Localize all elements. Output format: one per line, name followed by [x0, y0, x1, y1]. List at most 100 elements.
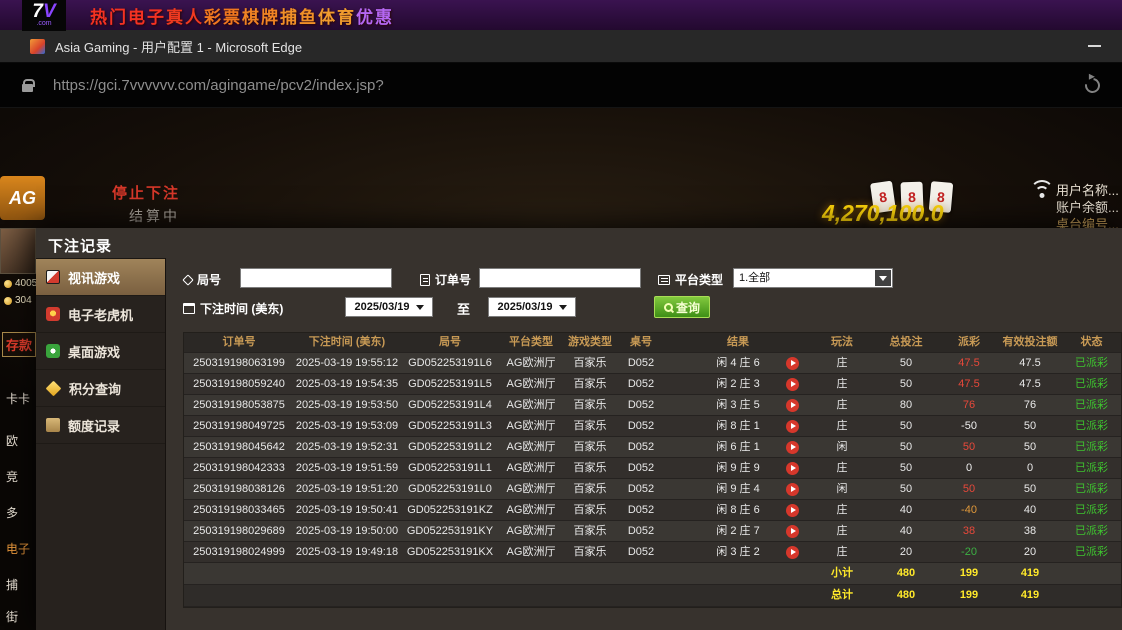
- left-menu-fragment[interactable]: 街: [6, 608, 18, 625]
- column-header: 下注时间 (美东): [294, 333, 400, 352]
- replay-icon[interactable]: [786, 357, 799, 370]
- table-row: 2503191980592402025-03-19 19:54:35GD0522…: [184, 374, 1121, 395]
- column-header: 局号: [400, 333, 500, 352]
- minimize-button[interactable]: [1080, 30, 1108, 62]
- left-menu-fragment[interactable]: 多: [6, 504, 18, 521]
- sidebar-item-1[interactable]: 视讯游戏: [36, 259, 165, 296]
- replay-icon[interactable]: [786, 462, 799, 475]
- address-bar: https://gci.7vvvvvv.com/agingame/pcv2/in…: [0, 63, 1122, 108]
- payout-cell: 50: [940, 479, 998, 499]
- replay-icon[interactable]: [786, 399, 799, 412]
- time-label: 下注时间 (美东): [183, 300, 283, 317]
- column-header: 总投注: [872, 333, 940, 352]
- column-header: 结果: [664, 333, 812, 352]
- result-text: 闲 2 庄 7: [716, 525, 759, 537]
- refresh-icon[interactable]: [1082, 75, 1103, 96]
- site-favicon-icon: [30, 39, 45, 54]
- site-logo[interactable]: 7V .com: [22, 0, 66, 31]
- tag-icon: [182, 274, 193, 285]
- nav-item-5[interactable]: 棋牌: [242, 8, 280, 27]
- platform-select-value: 1.全部: [739, 272, 770, 284]
- calendar-icon: [183, 303, 195, 314]
- status-badge: 已派彩: [1062, 542, 1121, 562]
- column-header: 订单号: [184, 333, 294, 352]
- minimize-icon: [1088, 45, 1101, 47]
- left-menu-fragment[interactable]: 欧: [6, 432, 18, 449]
- nav-item-3[interactable]: 真人: [166, 8, 204, 27]
- table-row: 2503191980334652025-03-19 19:50:41GD0522…: [184, 500, 1121, 521]
- platform-select[interactable]: 1.全部: [733, 268, 893, 288]
- search-button[interactable]: 查询: [654, 296, 710, 318]
- caret-down-icon: [559, 305, 567, 310]
- replay-icon[interactable]: [786, 441, 799, 454]
- modal-sidebar: 视讯游戏电子老虎机桌面游戏积分查询额度记录: [36, 258, 166, 630]
- table-header: 订单号下注时间 (美东)局号平台类型游戏类型桌号结果玩法总投注派彩有效投注额状态: [184, 333, 1121, 353]
- round-input[interactable]: [240, 268, 392, 288]
- replay-icon[interactable]: [786, 483, 799, 496]
- column-header: 桌号: [618, 333, 664, 352]
- user-info-labels: 用户名称...账户余额...桌台编号...: [1056, 182, 1122, 233]
- grand-total-row: 总计480199419: [184, 585, 1121, 607]
- date-to[interactable]: 2025/03/19: [488, 297, 576, 317]
- left-menu-fragment[interactable]: 电子: [6, 540, 30, 557]
- table-row: 2503191980423332025-03-19 19:51:59GD0522…: [184, 458, 1121, 479]
- left-menu-fragment[interactable]: 捕: [6, 576, 18, 593]
- wifi-icon: [1028, 180, 1056, 202]
- date-from[interactable]: 2025/03/19: [345, 297, 433, 317]
- replay-icon[interactable]: [786, 546, 799, 559]
- nav-item-1[interactable]: 热门: [90, 8, 128, 27]
- sidebar-item-2[interactable]: 电子老虎机: [36, 296, 165, 333]
- nav-item-6[interactable]: 捕鱼: [280, 8, 318, 27]
- table-row: 2503191980538752025-03-19 19:53:50GD0522…: [184, 395, 1121, 416]
- balance-row: 4005: [4, 278, 37, 289]
- column-header: 游戏类型: [562, 333, 618, 352]
- left-menu-fragment[interactable]: 竞: [6, 468, 18, 485]
- chevron-down-icon[interactable]: [875, 270, 891, 286]
- nav-item-7[interactable]: 体育: [318, 8, 356, 27]
- round-label: 局号: [184, 271, 221, 288]
- status-badge: 已派彩: [1062, 458, 1121, 478]
- bet-table: 订单号下注时间 (美东)局号平台类型游戏类型桌号结果玩法总投注派彩有效投注额状态…: [183, 332, 1122, 608]
- payout-cell: 38: [940, 521, 998, 541]
- logo-com: .com: [22, 20, 66, 27]
- status-badge: 已派彩: [1062, 416, 1121, 436]
- nav-item-2[interactable]: 电子: [128, 8, 166, 27]
- settling-text: 结算中: [129, 206, 180, 226]
- status-badge: 已派彩: [1062, 395, 1121, 415]
- result-text: 闲 3 庄 5: [716, 399, 759, 411]
- status-badge: 已派彩: [1062, 479, 1121, 499]
- order-input[interactable]: [479, 268, 641, 288]
- nav-item-8[interactable]: 优惠: [356, 8, 394, 27]
- result-text: 闲 2 庄 3: [716, 378, 759, 390]
- deposit-button[interactable]: 存款: [2, 332, 36, 357]
- column-header: 玩法: [812, 333, 872, 352]
- sidebar-item-5[interactable]: 额度记录: [36, 407, 165, 444]
- document-icon: [420, 274, 430, 286]
- result-text: 闲 8 庄 6: [716, 504, 759, 516]
- list-icon: [658, 275, 670, 285]
- sidebar-item-4[interactable]: 积分查询: [36, 370, 165, 407]
- result-text: 闲 4 庄 6: [716, 357, 759, 369]
- address-url[interactable]: https://gci.7vvvvvv.com/agingame/pcv2/in…: [53, 77, 384, 94]
- sidebar-item-3[interactable]: 桌面游戏: [36, 333, 165, 370]
- sidebar-item-label: 积分查询: [69, 379, 121, 398]
- replay-icon[interactable]: [786, 420, 799, 433]
- left-menu-fragment[interactable]: 卡卡: [6, 390, 30, 407]
- status-badge: 已派彩: [1062, 500, 1121, 520]
- sidebar-item-label: 额度记录: [68, 416, 120, 435]
- column-header: 平台类型: [500, 333, 562, 352]
- sidebar-item-label: 电子老虎机: [68, 305, 133, 324]
- user-info-label: 账户余额...: [1056, 199, 1122, 216]
- jackpot-amount: 4,270,100.0: [822, 200, 944, 227]
- sidebar-item-label: 桌面游戏: [68, 342, 120, 361]
- avatar[interactable]: [0, 228, 36, 274]
- replay-icon[interactable]: [786, 525, 799, 538]
- ag-logo: AG: [0, 176, 45, 220]
- top-nav-items: 热门电子真人彩票棋牌捕鱼体育优惠: [90, 3, 394, 28]
- replay-icon[interactable]: [786, 504, 799, 517]
- to-label: 至: [457, 299, 470, 318]
- balance-row: 304: [4, 295, 32, 306]
- result-text: 闲 8 庄 1: [716, 420, 759, 432]
- replay-icon[interactable]: [786, 378, 799, 391]
- nav-item-4[interactable]: 彩票: [204, 8, 242, 27]
